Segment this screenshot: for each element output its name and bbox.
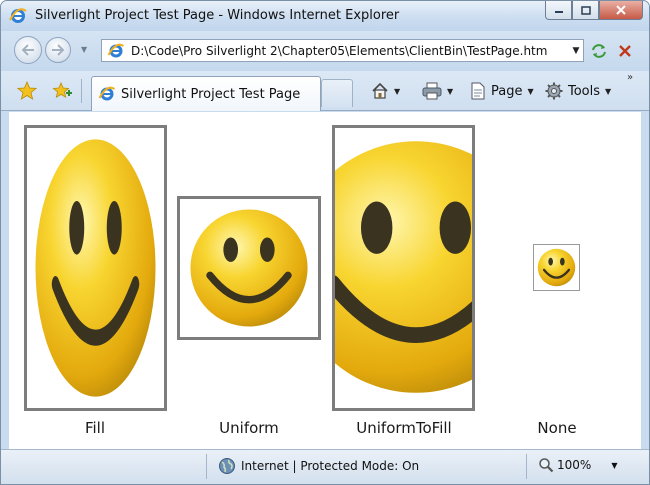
toolbar-overflow-chevron[interactable]: » bbox=[627, 72, 633, 83]
zoom-dropdown-arrow[interactable]: ▼ bbox=[611, 461, 617, 470]
address-url[interactable]: D:\Code\Pro Silverlight 2\Chapter05\Elem… bbox=[131, 44, 569, 58]
print-button[interactable]: ▼ bbox=[422, 81, 453, 101]
minimize-button[interactable] bbox=[545, 1, 572, 20]
maximize-button[interactable] bbox=[572, 1, 599, 20]
tab-silverlight-test-page[interactable]: Silverlight Project Test Page bbox=[91, 76, 321, 111]
ie-logo-icon bbox=[9, 8, 27, 23]
image-none-inner bbox=[534, 245, 579, 290]
image-uniform-to-fill-inner bbox=[335, 128, 472, 408]
ie-page-icon bbox=[98, 86, 116, 101]
back-button[interactable] bbox=[14, 36, 42, 64]
favorites-star-icon[interactable] bbox=[17, 81, 37, 101]
tab-label: Silverlight Project Test Page bbox=[121, 86, 301, 102]
smiley-image-fill bbox=[33, 134, 158, 402]
toolbar-separator bbox=[81, 79, 82, 103]
stop-button[interactable] bbox=[613, 40, 637, 62]
magnifier-icon bbox=[539, 458, 554, 473]
stop-icon bbox=[619, 45, 631, 57]
smiley-image-none bbox=[537, 248, 576, 287]
page-menu-label: Page bbox=[491, 83, 523, 99]
add-favorites-icon[interactable] bbox=[52, 81, 72, 101]
image-fill bbox=[24, 125, 167, 411]
status-separator bbox=[526, 454, 527, 479]
page-icon bbox=[471, 82, 485, 100]
print-icon bbox=[422, 82, 442, 100]
security-zone[interactable]: Internet | Protected Mode: On bbox=[218, 457, 419, 475]
close-button[interactable] bbox=[599, 1, 643, 20]
recent-pages-dropdown[interactable]: ▼ bbox=[81, 45, 87, 54]
gear-icon bbox=[545, 82, 563, 100]
tools-menu[interactable]: Tools ▼ bbox=[545, 81, 611, 101]
security-zone-text: Internet | Protected Mode: On bbox=[241, 459, 420, 473]
home-button[interactable]: ▼ bbox=[371, 81, 400, 101]
status-bar: Internet | Protected Mode: On 100% ▼ bbox=[1, 449, 649, 484]
forward-arrow-icon bbox=[52, 44, 65, 56]
caption-uniform: Uniform bbox=[219, 419, 279, 437]
caption-none: None bbox=[537, 419, 577, 437]
new-tab-button[interactable] bbox=[321, 79, 353, 107]
page-dropdown-arrow: ▼ bbox=[527, 86, 534, 96]
refresh-button[interactable] bbox=[587, 40, 611, 62]
image-uniform-inner bbox=[180, 199, 318, 337]
tools-dropdown-arrow: ▼ bbox=[605, 86, 612, 96]
image-none bbox=[533, 244, 580, 291]
address-bar[interactable]: D:\Code\Pro Silverlight 2\Chapter05\Elem… bbox=[101, 39, 584, 62]
forward-button[interactable] bbox=[45, 37, 71, 63]
image-uniform bbox=[177, 196, 321, 340]
image-uniform-to-fill bbox=[332, 125, 475, 411]
smiley-image-uniform bbox=[188, 207, 310, 329]
tools-menu-label: Tools bbox=[568, 83, 601, 99]
maximize-icon bbox=[580, 5, 591, 15]
ie-page-icon bbox=[107, 43, 125, 57]
minimize-icon bbox=[554, 11, 563, 13]
address-dropdown[interactable]: ▼ bbox=[569, 46, 583, 56]
window-controls bbox=[545, 1, 643, 21]
smiley-image-uniform-to-fill bbox=[335, 136, 472, 398]
refresh-icon bbox=[592, 44, 606, 58]
page-menu[interactable]: Page ▼ bbox=[470, 81, 534, 101]
silverlight-content: Fill Uniform UniformToFill None bbox=[9, 112, 641, 449]
home-icon bbox=[372, 82, 388, 99]
globe-icon bbox=[219, 458, 235, 474]
home-dropdown-arrow[interactable]: ▼ bbox=[394, 87, 400, 96]
window-title: Silverlight Project Test Page - Windows … bbox=[35, 8, 400, 23]
title-bar: Silverlight Project Test Page - Windows … bbox=[1, 1, 649, 31]
close-icon bbox=[616, 5, 626, 15]
back-arrow-icon bbox=[21, 44, 34, 56]
browser-window: Silverlight Project Test Page - Windows … bbox=[0, 0, 650, 485]
zoom-level: 100% bbox=[557, 458, 592, 472]
zoom-control[interactable]: 100% ▼ bbox=[538, 457, 617, 473]
caption-fill: Fill bbox=[84, 419, 106, 437]
image-fill-inner bbox=[27, 128, 164, 408]
caption-uniform-to-fill: UniformToFill bbox=[356, 419, 452, 437]
status-separator bbox=[206, 454, 207, 479]
print-dropdown-arrow[interactable]: ▼ bbox=[447, 87, 453, 96]
command-bar: Silverlight Project Test Page ▼ ▼ Page ▼… bbox=[1, 71, 649, 111]
navigation-bar: ▼ D:\Code\Pro Silverlight 2\Chapter05\El… bbox=[1, 31, 649, 71]
